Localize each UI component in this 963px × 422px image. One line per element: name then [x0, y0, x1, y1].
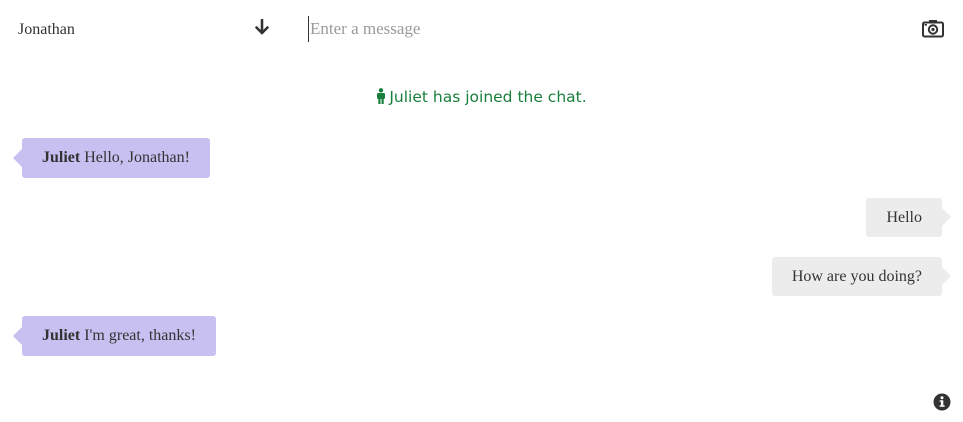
system-message-text: Juliet has joined the chat.: [389, 88, 587, 106]
message-text: How are you doing?: [791, 268, 922, 285]
selected-user-name: Jonathan: [18, 21, 75, 38]
system-message: Juliet has joined the chat.: [0, 88, 963, 106]
message-input[interactable]: [308, 16, 910, 42]
message-bubble-incoming: Juliet Hello, Jonathan!: [13, 138, 210, 178]
user-select-dropdown[interactable]: Jonathan: [18, 18, 278, 41]
person-icon: [376, 88, 386, 104]
message-bubble-outgoing: Hello: [866, 198, 951, 237]
camera-icon[interactable]: [922, 19, 944, 38]
chat-header: Jonathan: [0, 0, 963, 58]
message-sender: Juliet: [42, 149, 81, 166]
message-text: Hello: [886, 209, 922, 226]
message-bubble-incoming: Juliet I'm great, thanks!: [13, 316, 216, 356]
message-sender: Juliet: [42, 327, 81, 344]
message-bubble-outgoing: How are you doing?: [771, 257, 952, 296]
info-icon[interactable]: [933, 393, 951, 411]
message-text: Hello, Jonathan!: [84, 149, 190, 166]
arrow-down-icon[interactable]: [254, 18, 270, 37]
message-text: I'm great, thanks!: [84, 327, 196, 344]
